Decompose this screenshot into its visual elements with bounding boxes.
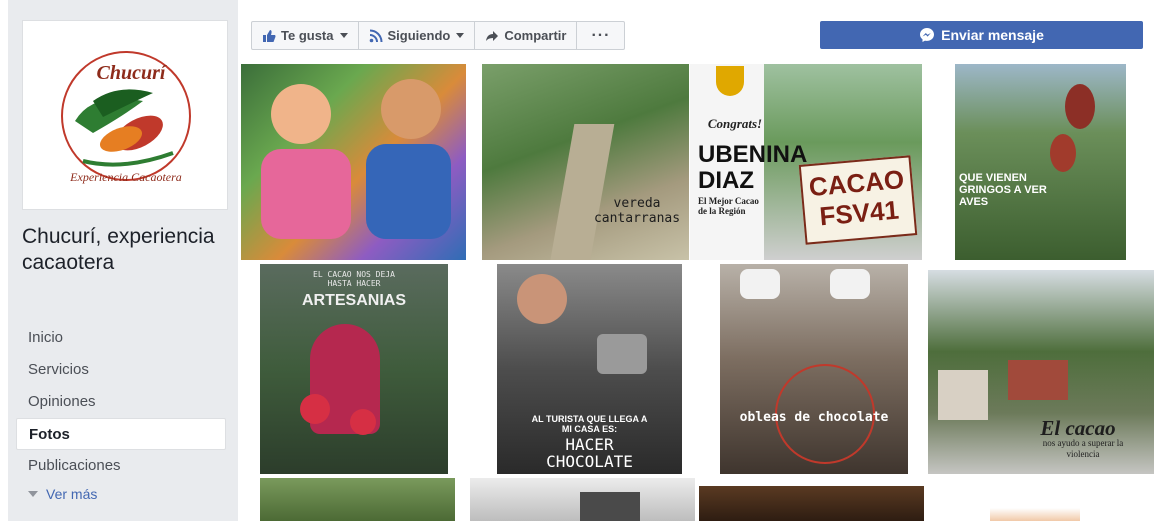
photo-caption-line: QUE VIENEN — [959, 172, 1027, 184]
share-button[interactable]: Compartir — [475, 22, 578, 49]
photo-caption-title: ARTESANIAS — [301, 292, 406, 309]
photo-caption-title: obleas de chocolate — [739, 410, 889, 425]
photo-el-cacao-violencia[interactable]: El cacao nos ayudo a superar la violenci… — [928, 270, 1154, 474]
like-label: Te gusta — [281, 28, 334, 43]
profile-picture[interactable]: Chucurí Experiencia Cacaotera — [22, 20, 228, 210]
rss-icon — [369, 29, 382, 42]
page-action-bar: Te gusta Siguiendo Compartir ··· — [251, 21, 626, 50]
photo-caption-line: GRINGOS A VER — [959, 184, 1047, 196]
left-sidebar: Chucurí Experiencia Cacaotera Chucurí, e… — [8, 0, 238, 521]
photo-vereda-cantarranas[interactable]: vereda cantarranas — [482, 64, 689, 260]
nav-item-inicio[interactable]: Inicio — [16, 322, 226, 354]
photo-children-mosaic[interactable] — [241, 64, 466, 260]
award-line: El Mejor Cacao — [698, 196, 759, 206]
photo-caption-line: cantarranas — [593, 211, 681, 226]
photo-row3-1[interactable] — [260, 478, 455, 521]
send-message-button[interactable]: Enviar mensaje — [820, 21, 1143, 49]
photo-birdwatching[interactable]: QUE VIENEN GRINGOS A VER AVES — [955, 64, 1126, 260]
page-nav: Inicio Servicios Opiniones Fotos Publica… — [16, 322, 226, 506]
photo-caption-line: nos ayudo a superar la — [1042, 438, 1124, 448]
photo-hacer-chocolate[interactable]: AL TURISTA QUE LLEGA A MI CASA ES: HACER… — [497, 264, 682, 474]
photo-caption-line: AVES — [959, 196, 989, 208]
more-dots-icon: ··· — [591, 26, 611, 44]
share-label: Compartir — [504, 28, 567, 43]
nav-item-publicaciones[interactable]: Publicaciones — [16, 450, 226, 482]
photo-obleas-chocolate[interactable]: obleas de chocolate — [720, 264, 908, 474]
award-line: de la Región — [698, 206, 746, 216]
photo-artesanias[interactable]: EL CACAO NOS DEJA HASTA HACER ARTESANIAS — [260, 264, 448, 474]
photo-caption-line: vereda — [613, 196, 661, 211]
logo-word-1: Chucurí — [97, 62, 167, 84]
photo-caption-line: MI CASA ES: — [561, 424, 618, 434]
chevron-down-icon — [456, 33, 465, 38]
like-button[interactable]: Te gusta — [252, 22, 359, 49]
congrats-text: Congrats! — [707, 116, 763, 131]
see-more-link[interactable]: Ver más — [16, 482, 226, 506]
photo-row3-2[interactable] — [470, 478, 695, 521]
thumbs-up-icon — [263, 29, 276, 42]
page-title[interactable]: Chucurí, experiencia cacaotera — [22, 224, 222, 276]
photo-ubenina-diaz[interactable]: Congrats! UBENINA DIAZ El Mejor Cacao de… — [690, 64, 922, 260]
logo-word-2: Experiencia Cacaotera — [69, 170, 182, 184]
follow-button[interactable]: Siguiendo — [359, 22, 476, 49]
winner-name-line: UBENINA — [698, 141, 808, 168]
photo-caption-line: CHOCOLATE — [546, 452, 633, 471]
winner-name-line: DIAZ — [698, 167, 754, 194]
photo-caption-line: HACER — [565, 435, 614, 454]
more-options-button[interactable]: ··· — [577, 22, 624, 49]
send-message-label: Enviar mensaje — [941, 27, 1044, 43]
photo-row3-4[interactable] — [990, 508, 1080, 521]
photo-caption-line: HASTA HACER — [327, 279, 381, 288]
share-arrow-icon — [486, 30, 499, 41]
photo-caption-line: AL TURISTA QUE LLEGA A — [531, 414, 648, 424]
see-more-label: Ver más — [46, 486, 98, 502]
chevron-down-icon — [339, 33, 348, 38]
follow-label: Siguiendo — [387, 28, 451, 43]
photo-caption-line: EL CACAO NOS DEJA — [313, 270, 395, 279]
nav-item-fotos[interactable]: Fotos — [16, 418, 226, 450]
nav-item-servicios[interactable]: Servicios — [16, 354, 226, 386]
chevron-down-icon — [28, 491, 38, 497]
page-logo: Chucurí Experiencia Cacaotera — [61, 51, 191, 184]
nav-item-opiniones[interactable]: Opiniones — [16, 386, 226, 418]
photo-caption-line: violencia — [1066, 449, 1100, 459]
messenger-icon — [920, 28, 935, 42]
photo-row3-3[interactable] — [699, 486, 924, 521]
